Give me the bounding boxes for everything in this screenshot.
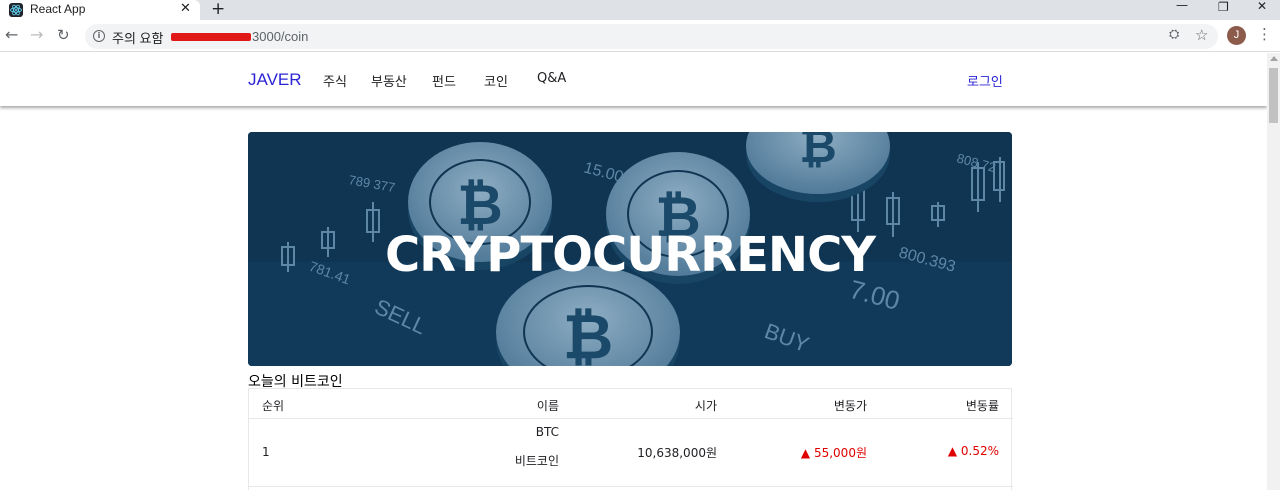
info-icon[interactable]: i bbox=[93, 30, 105, 42]
address-bar[interactable]: i 주의 요함 3000/coin ⛭ ☆ bbox=[85, 24, 1218, 49]
scroll-up-arrow-icon[interactable] bbox=[1270, 56, 1278, 61]
browser-toolbar: ← → ↻ i 주의 요함 3000/coin ⛭ ☆ J ⋮ bbox=[0, 20, 1280, 52]
header-rank: 순위 bbox=[262, 399, 285, 413]
close-window-icon[interactable]: ✕ bbox=[1257, 0, 1267, 13]
cell-symbol: BTC bbox=[535, 425, 559, 439]
url-text[interactable]: 3000/coin bbox=[252, 29, 308, 44]
profile-avatar[interactable]: J bbox=[1227, 26, 1246, 45]
header-price: 시가 bbox=[694, 399, 717, 413]
cell-rank: 1 bbox=[262, 445, 270, 459]
browser-tab[interactable]: React App ✕ bbox=[0, 0, 200, 20]
back-arrow-icon[interactable]: ← bbox=[5, 25, 18, 44]
kebab-menu-icon[interactable]: ⋮ bbox=[1257, 25, 1272, 43]
react-logo-icon bbox=[9, 3, 23, 17]
bookmark-star-icon[interactable]: ☆ bbox=[1195, 26, 1208, 44]
header-change: 변동가 bbox=[833, 399, 867, 413]
nav-item-funds[interactable]: 펀드 bbox=[432, 71, 456, 90]
coin-table: 순위 이름 시가 변동가 변동률 1 BTC 비트코인 10,638,000원 … bbox=[248, 388, 1013, 490]
login-link[interactable]: 로그인 bbox=[967, 71, 1003, 90]
tab-title: React App bbox=[30, 2, 86, 16]
cell-change-rate: ▲ 0.52% bbox=[947, 444, 999, 458]
hero-title: CRYPTOCURRENCY bbox=[384, 227, 876, 283]
reload-icon[interactable]: ↻ bbox=[57, 26, 70, 44]
security-status[interactable]: 주의 요함 bbox=[112, 28, 163, 47]
page-scrollbar[interactable] bbox=[1267, 53, 1280, 490]
site-navbar: JAVER 주식 부동산 펀드 코인 Q&A 로그인 bbox=[0, 53, 1267, 106]
forward-arrow-icon[interactable]: → bbox=[30, 25, 43, 44]
tab-close-icon[interactable]: ✕ bbox=[180, 1, 191, 16]
nav-item-coin[interactable]: 코인 bbox=[484, 71, 508, 90]
cell-price: 10,638,000원 bbox=[637, 446, 717, 460]
minimize-icon[interactable]: — bbox=[1176, 0, 1188, 12]
browser-tab-strip: React App ✕ + — ❐ ✕ bbox=[0, 0, 1280, 20]
brand-logo[interactable]: JAVER bbox=[248, 70, 302, 90]
row-divider bbox=[249, 486, 1013, 487]
redacted-host bbox=[171, 33, 251, 41]
scrollbar-thumb[interactable] bbox=[1269, 68, 1278, 123]
translate-icon[interactable]: ⛭ bbox=[1169, 27, 1179, 42]
cell-change: ▲ 55,000원 bbox=[800, 446, 867, 460]
header-divider bbox=[249, 418, 1013, 419]
nav-item-qna[interactable]: Q&A bbox=[537, 71, 566, 86]
page-viewport: JAVER 주식 부동산 펀드 코인 Q&A 로그인 15.00 789 377… bbox=[0, 53, 1267, 490]
nav-item-real-estate[interactable]: 부동산 bbox=[371, 71, 407, 90]
hero-banner: 15.00 789 377 781.41 800.393 808.72 7.00… bbox=[248, 132, 1012, 366]
nav-item-stocks[interactable]: 주식 bbox=[323, 71, 347, 90]
new-tab-button[interactable]: + bbox=[211, 0, 225, 19]
restore-icon[interactable]: ❐ bbox=[1218, 0, 1229, 14]
header-name: 이름 bbox=[536, 399, 559, 413]
cell-name: 비트코인 bbox=[514, 454, 559, 468]
header-change-rate: 변동률 bbox=[965, 399, 999, 413]
